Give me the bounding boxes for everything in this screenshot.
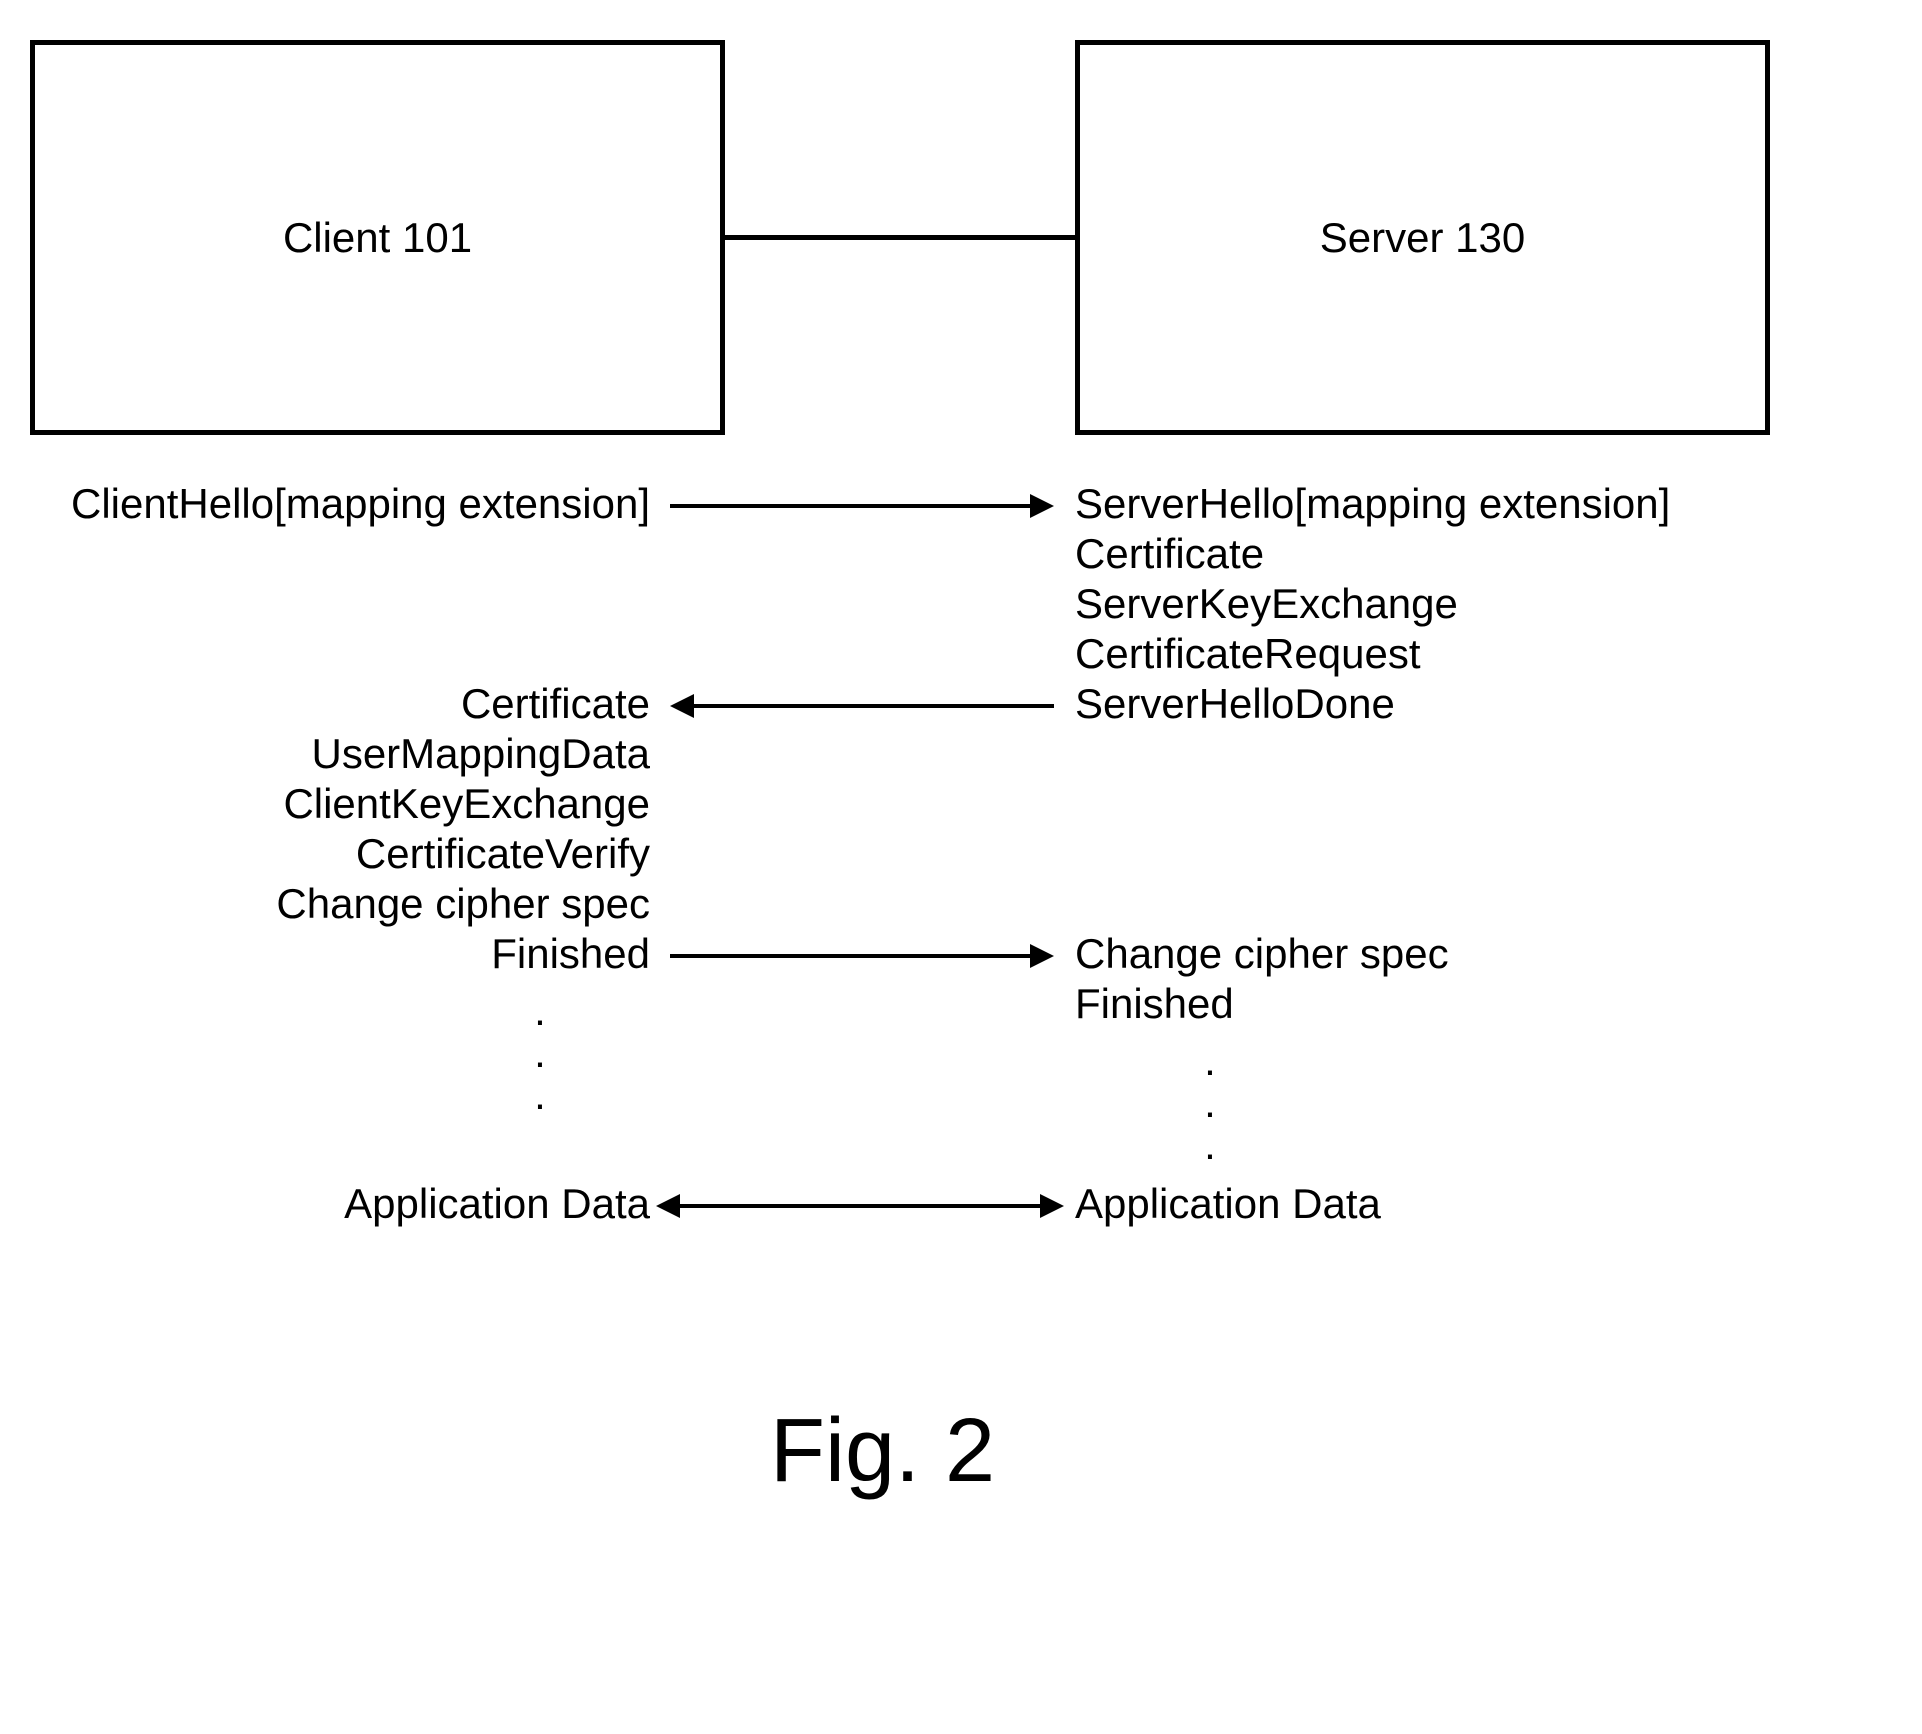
msg-certificate-client: Certificate bbox=[30, 680, 650, 728]
arrow1-head bbox=[1030, 494, 1054, 518]
msg-client-hello: ClientHello[mapping extension] bbox=[30, 480, 650, 528]
server-box: Server 130 bbox=[1075, 40, 1770, 435]
msg-certificate-verify: CertificateVerify bbox=[30, 830, 650, 878]
arrow4-head-left bbox=[656, 1194, 680, 1218]
client-box: Client 101 bbox=[30, 40, 725, 435]
msg-server-hello: ServerHello[mapping extension] bbox=[1075, 480, 1670, 528]
client-box-label: Client 101 bbox=[283, 214, 472, 262]
box-connector-line bbox=[725, 235, 1075, 240]
msg-client-key-exchange: ClientKeyExchange bbox=[30, 780, 650, 828]
msg-finished-client: Finished bbox=[30, 930, 650, 978]
msg-change-cipher-spec-server: Change cipher spec bbox=[1075, 930, 1449, 978]
diagram-canvas: Client 101 Server 130 ClientHello[mappin… bbox=[0, 0, 1922, 1734]
server-box-label: Server 130 bbox=[1320, 214, 1525, 262]
msg-finished-server: Finished bbox=[1075, 980, 1234, 1028]
msg-user-mapping-data: UserMappingData bbox=[30, 730, 650, 778]
arrow3-head bbox=[1030, 944, 1054, 968]
arrow1-line bbox=[670, 504, 1030, 508]
arrow4-head-right bbox=[1040, 1194, 1064, 1218]
msg-app-data-client: Application Data bbox=[30, 1180, 650, 1228]
arrow2-line bbox=[694, 704, 1054, 708]
msg-server-key-exchange: ServerKeyExchange bbox=[1075, 580, 1458, 628]
dots-client: ... bbox=[520, 990, 560, 1116]
msg-certificate-request: CertificateRequest bbox=[1075, 630, 1421, 678]
msg-app-data-server: Application Data bbox=[1075, 1180, 1381, 1228]
dots-server: ... bbox=[1190, 1040, 1230, 1166]
arrow4-line bbox=[680, 1204, 1040, 1208]
arrow2-head bbox=[670, 694, 694, 718]
msg-server-hello-done: ServerHelloDone bbox=[1075, 680, 1395, 728]
msg-certificate-server: Certificate bbox=[1075, 530, 1264, 578]
figure-caption: Fig. 2 bbox=[770, 1400, 995, 1503]
msg-change-cipher-spec-client: Change cipher spec bbox=[30, 880, 650, 928]
arrow3-line bbox=[670, 954, 1030, 958]
